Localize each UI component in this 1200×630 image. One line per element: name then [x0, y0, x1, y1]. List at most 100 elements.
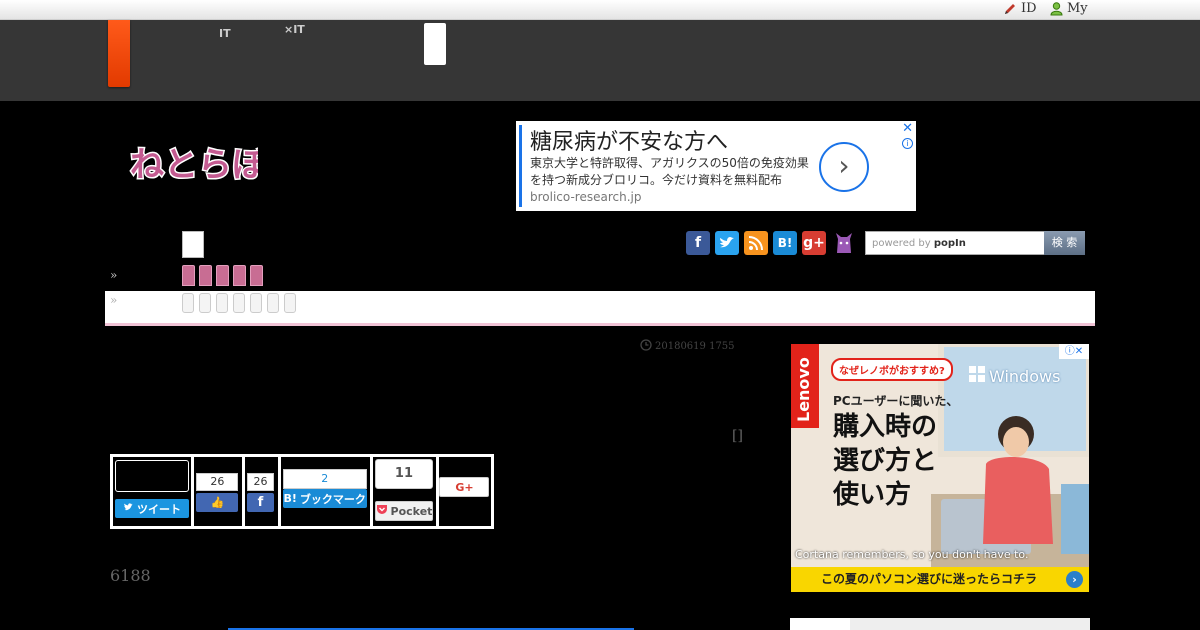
hatena-cell: 2 B! ブックマーク — [281, 457, 373, 526]
category-tab[interactable] — [182, 265, 195, 286]
hatena-count: 2 — [282, 469, 367, 489]
google-plus-button[interactable]: G+ — [439, 477, 490, 497]
ad-close-icon[interactable]: ✕ — [902, 121, 913, 136]
share-bar: ツイート 26 👍 26 f 2 B! ブックマーク 11 Pocket G+ — [110, 454, 494, 529]
pocket-label: Pocket — [390, 504, 433, 518]
site-logo[interactable]: ねとらぼ — [128, 138, 269, 192]
popin-logo: popIn — [933, 238, 966, 249]
sub-nav-tab[interactable] — [267, 293, 279, 313]
page-view-count: 6188 — [110, 566, 151, 585]
windows-icon — [969, 366, 985, 386]
site-header: IT ×IT — [0, 20, 1200, 101]
my-link-label: My — [1067, 1, 1088, 16]
fb-share-count: 26 — [246, 473, 274, 491]
fb-like-button[interactable]: 👍 — [196, 493, 239, 512]
ad-info-icon[interactable]: i — [902, 138, 913, 149]
header-nav-it-label: IT — [219, 27, 231, 40]
clock-icon — [640, 339, 652, 354]
tweet-count-box — [115, 460, 189, 492]
tweet-button[interactable]: ツイート — [115, 499, 189, 518]
site-search-input[interactable]: powered by popIn — [865, 231, 1045, 255]
ad-headline: 糖尿病が不安な方へ — [530, 130, 729, 155]
side-ad-title-line: 選び方と — [833, 446, 938, 476]
category-tab[interactable] — [233, 265, 246, 286]
lenovo-logo: Lenovo — [791, 344, 819, 428]
header-nav-x-it[interactable]: ×IT — [284, 22, 305, 37]
side-ad-title-line: 購入時の — [833, 412, 938, 442]
ad-choices-icon[interactable]: ⓘ✕ — [1059, 344, 1089, 359]
side-ad-title: 購入時の 選び方と 使い方 — [833, 410, 937, 512]
hatena-label: ブックマーク — [299, 492, 366, 506]
category-tab[interactable] — [216, 265, 229, 286]
fb-like-cell: 26 👍 — [194, 457, 245, 526]
brand-tab[interactable] — [108, 20, 130, 87]
pocket-button[interactable]: Pocket — [374, 501, 433, 521]
breadcrumb-separator: » — [110, 293, 118, 307]
facebook-icon[interactable]: f — [686, 231, 710, 255]
article-pager: [] — [732, 428, 743, 444]
lenovo-wordmark: Lenovo — [794, 357, 813, 422]
sub-nav: » — [105, 291, 1095, 326]
nav-current-tab[interactable] — [182, 231, 204, 258]
ad-arrow-button[interactable]: › — [819, 142, 869, 192]
logo-wordmark: ねとらぼ — [129, 144, 269, 187]
ad-accent-bar — [519, 125, 522, 207]
hatena-icon: B! — [283, 492, 297, 505]
pocket-count: 11 — [374, 459, 433, 489]
hatena-bookmark-button[interactable]: B! ブックマーク — [282, 489, 367, 508]
windows-label: Windows — [989, 366, 1061, 386]
side-ad-cta[interactable]: この夏のパソコン選びに迷ったらコチラ › — [791, 567, 1089, 592]
user-icon — [1050, 1, 1063, 16]
sub-nav-tab[interactable] — [199, 293, 211, 313]
site-search-button[interactable]: 検 索 — [1044, 231, 1085, 255]
side-ad-cta-label: この夏のパソコン選びに迷ったらコチラ — [821, 572, 1038, 586]
article-datetime-text: 20180619 1755 — [655, 341, 735, 352]
article-datetime: 20180619 1755 — [640, 339, 735, 354]
pocket-cell: 11 Pocket — [373, 457, 440, 526]
chevron-right-icon: › — [1066, 571, 1083, 588]
side-ad-caption: Cortana remembers, so you don't have to. — [795, 548, 1029, 561]
fb-like-count: 26 — [196, 473, 239, 491]
sub-nav-tab[interactable] — [250, 293, 262, 313]
sub-nav-tab[interactable] — [182, 293, 194, 313]
ad-speech-bubble: なぜレノボがおすすめ? — [831, 358, 953, 381]
fb-share-button[interactable]: f — [246, 493, 274, 512]
category-tab[interactable] — [250, 265, 263, 286]
sidebar-widget — [790, 618, 1090, 630]
sub-nav-tab[interactable] — [284, 293, 296, 313]
chevron-right-icon: › — [838, 149, 850, 182]
header-nav-x-it-label: ×IT — [284, 23, 305, 36]
gplus-cell: G+ — [439, 457, 491, 526]
ad-body-text: 東京大学と特許取得、アガリクスの50倍の免疫効果を持つ新成分ブロリコ。今だけ資料… — [530, 156, 809, 187]
side-ad-banner[interactable]: Lenovo なぜレノボがおすすめ? Windows PCユーザーに聞いた、 購… — [791, 344, 1089, 592]
side-ad-title-line: 使い方 — [833, 480, 912, 510]
twitter-icon[interactable] — [715, 231, 739, 255]
google-plus-icon[interactable]: g+ — [802, 231, 826, 255]
hatena-icon[interactable]: B! — [773, 231, 797, 255]
sub-nav-tab[interactable] — [216, 293, 228, 313]
cat-icon[interactable] — [832, 231, 856, 255]
top-ad-banner[interactable]: 糖尿病が不安な方へ 東京大学と特許取得、アガリクスの50倍の免疫効果を持つ新成分… — [516, 121, 916, 211]
windows-badge: Windows — [969, 366, 1060, 386]
sub-nav-tab[interactable] — [233, 293, 245, 313]
side-ad-subtitle: PCユーザーに聞いた、 — [833, 394, 959, 408]
header-search-input[interactable] — [424, 23, 446, 65]
breadcrumb-separator: » — [110, 268, 118, 282]
thumbs-up-icon: 👍 — [210, 496, 225, 509]
tweet-cell: ツイート — [113, 457, 195, 526]
my-link[interactable]: My — [1050, 1, 1088, 16]
category-tab[interactable] — [199, 265, 212, 286]
utility-bar: ID My — [0, 0, 1200, 20]
tweet-label: ツイート — [137, 502, 181, 516]
fb-share-cell: 26 f — [245, 457, 281, 526]
id-link[interactable]: ID — [1003, 1, 1037, 16]
id-link-label: ID — [1021, 1, 1037, 16]
rss-icon[interactable] — [744, 231, 768, 255]
pocket-icon — [376, 504, 388, 518]
svg-text:ねとらぼ: ねとらぼ — [130, 145, 258, 185]
pencil-icon — [1003, 2, 1017, 16]
ad-body: 東京大学と特許取得、アガリクスの50倍の免疫効果を持つ新成分ブロリコ。今だけ資料… — [530, 155, 810, 206]
ad-domain: brolico-research.jp — [530, 190, 642, 204]
header-nav-it[interactable]: IT — [219, 26, 231, 41]
twitter-bird-icon — [123, 502, 134, 515]
